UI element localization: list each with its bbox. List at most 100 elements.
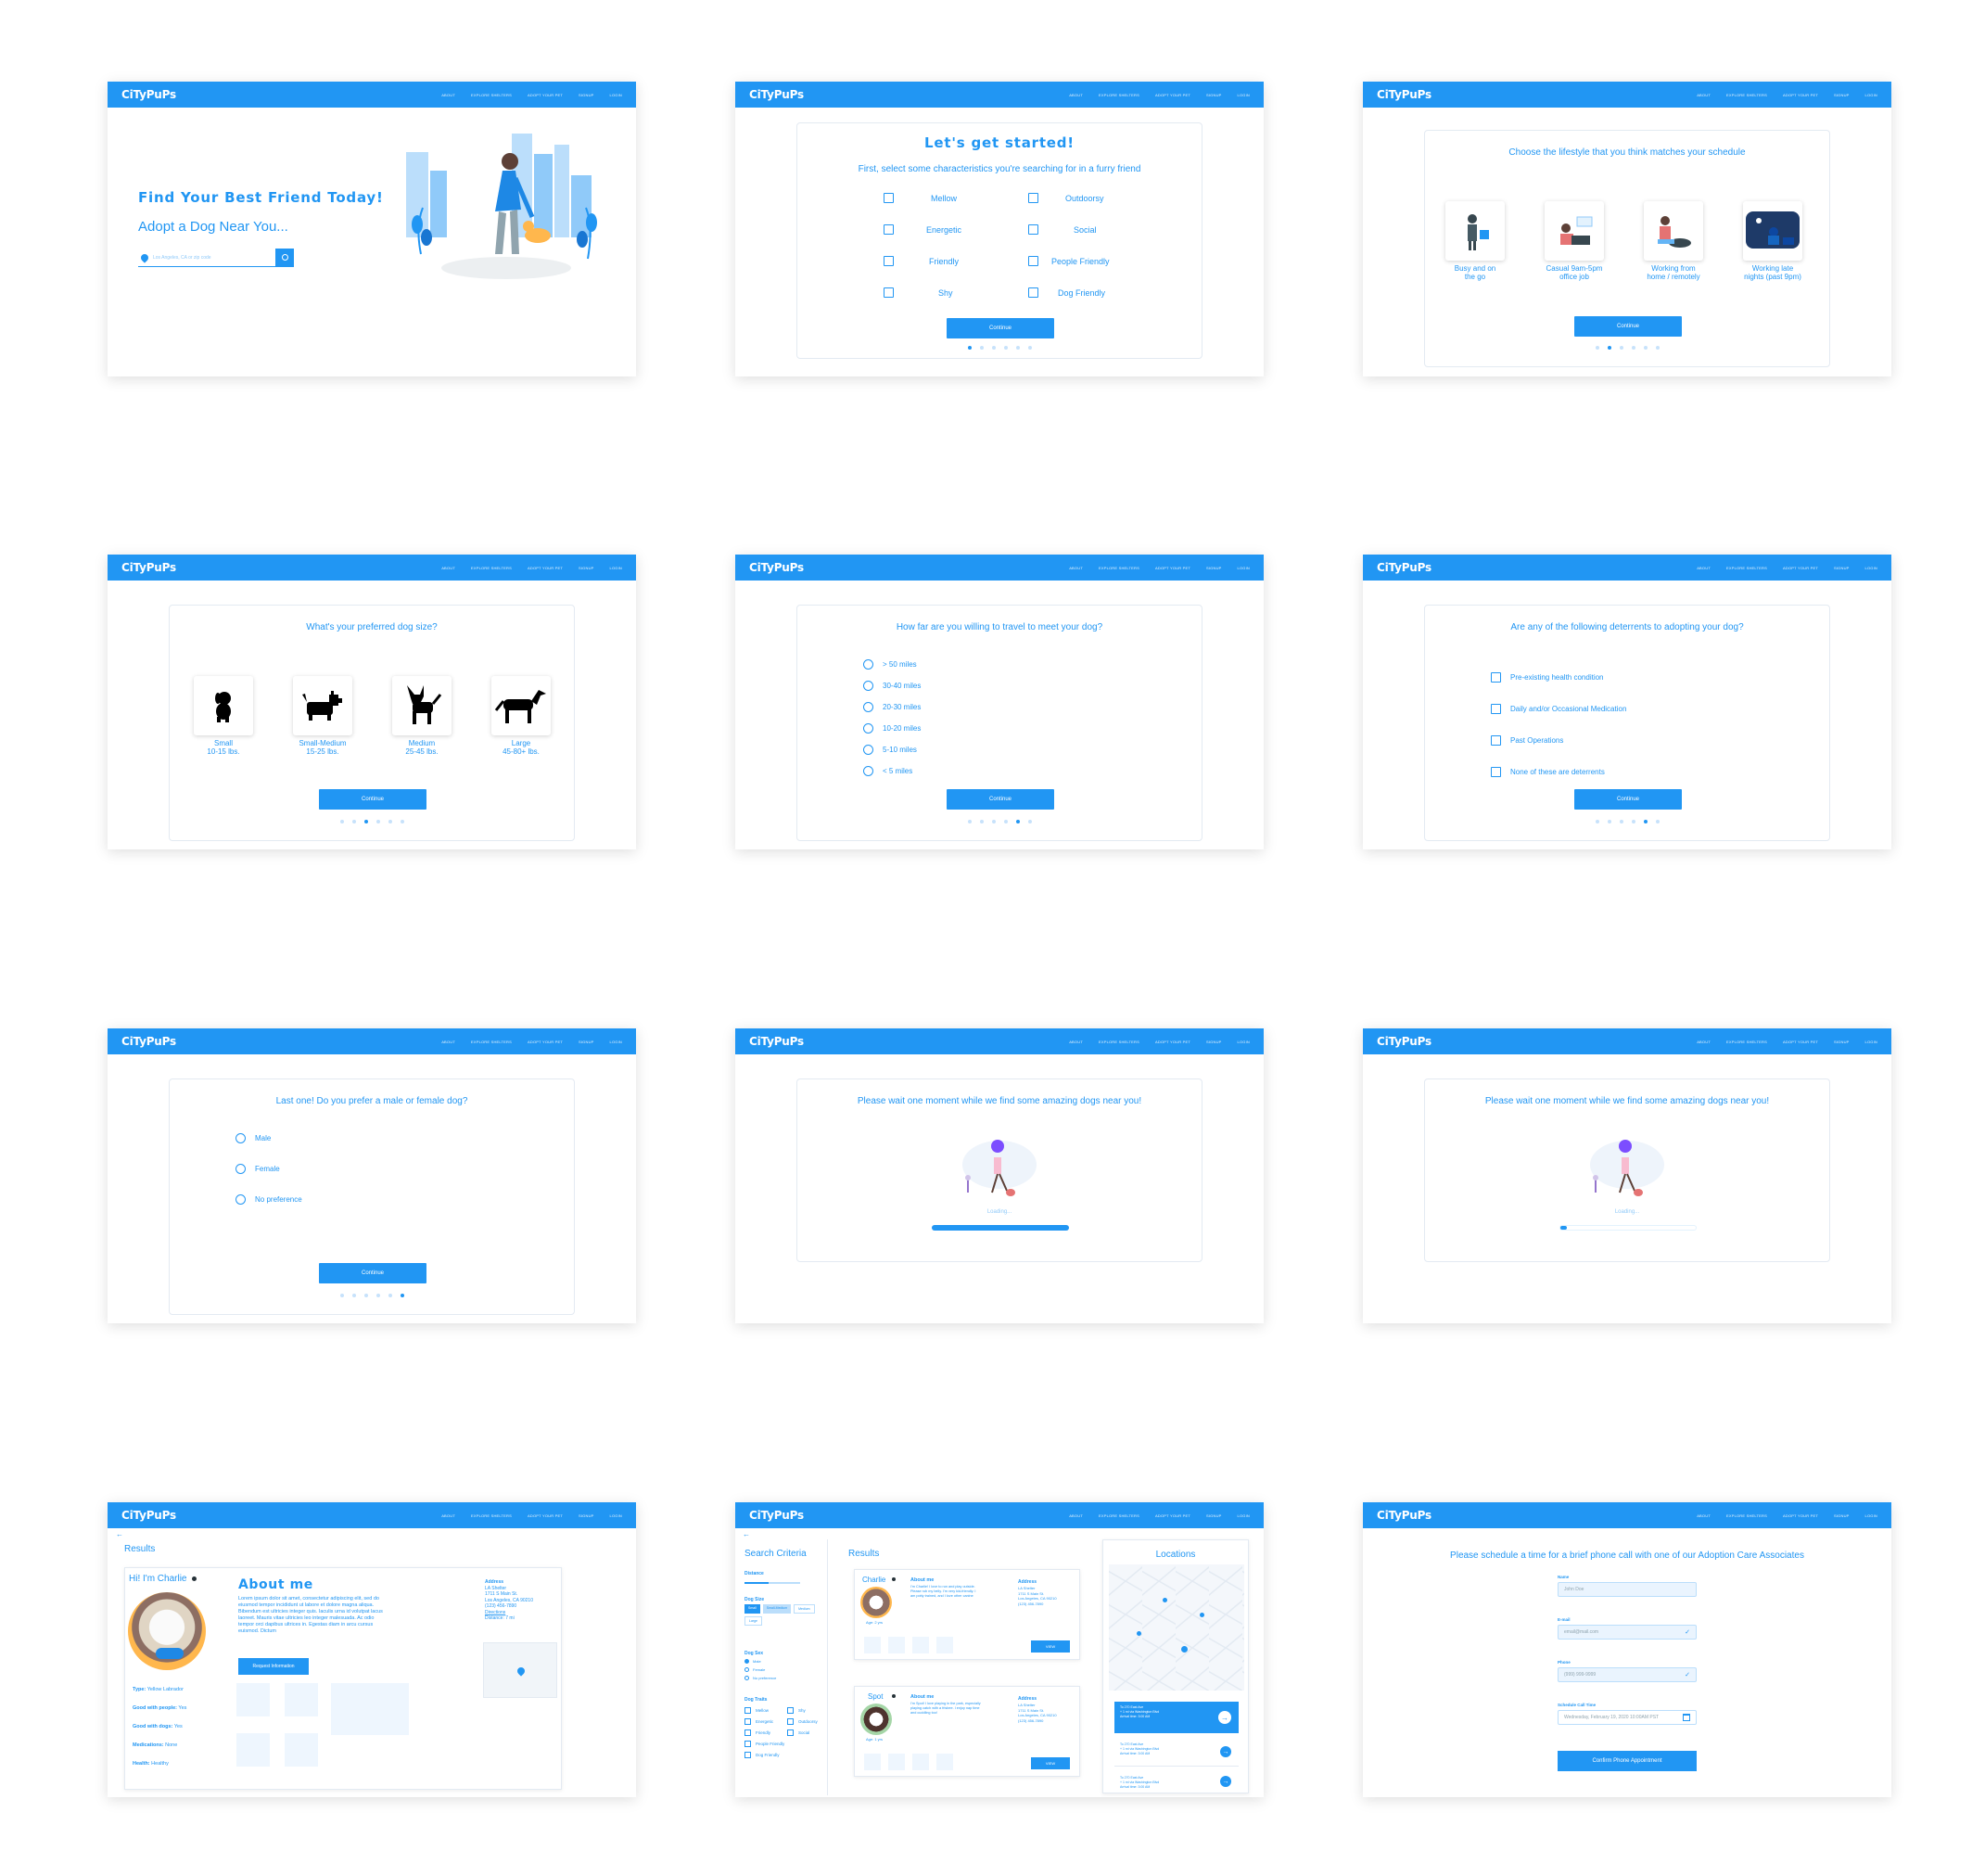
radio[interactable] bbox=[744, 1667, 749, 1672]
map-pin-icon[interactable] bbox=[1181, 1646, 1188, 1653]
logo[interactable]: CiTyPuPs bbox=[1377, 88, 1431, 101]
step-dot[interactable] bbox=[1619, 346, 1623, 350]
nav-about[interactable]: ABOUT bbox=[1069, 1513, 1083, 1518]
nav-login[interactable]: LOGIN bbox=[1238, 1040, 1250, 1044]
distance-option[interactable]: < 5 miles bbox=[863, 766, 912, 776]
nav-about[interactable]: ABOUT bbox=[1697, 93, 1711, 97]
checkbox[interactable] bbox=[744, 1752, 751, 1758]
sex-option[interactable]: Male bbox=[744, 1659, 761, 1664]
nav-adopt[interactable]: ADOPT YOUR PET bbox=[1155, 566, 1190, 570]
radio[interactable] bbox=[863, 766, 873, 776]
nav-explore-shelters[interactable]: EXPLORE SHELTERS bbox=[1726, 566, 1767, 570]
nav-about[interactable]: ABOUT bbox=[1697, 1040, 1711, 1044]
nav-login[interactable]: LOGIN bbox=[610, 566, 622, 570]
nav-adopt[interactable]: ADOPT YOUR PET bbox=[528, 566, 563, 570]
step-dot[interactable] bbox=[1631, 820, 1635, 823]
step-dot[interactable] bbox=[979, 346, 984, 350]
radio[interactable] bbox=[235, 1164, 246, 1174]
nav-adopt[interactable]: ADOPT YOUR PET bbox=[1155, 93, 1190, 97]
nav-login[interactable]: LOGIN bbox=[1865, 93, 1877, 97]
nav-login[interactable]: LOGIN bbox=[1865, 566, 1877, 570]
size-small-medium[interactable]: Small-Medium 15-25 lbs. bbox=[286, 676, 359, 756]
nav-signup[interactable]: SIGNUP bbox=[1206, 1040, 1222, 1044]
result-card[interactable]: Spot Age: 1 yrs About me I'm Spot! I lov… bbox=[854, 1686, 1080, 1777]
photo-thumb[interactable] bbox=[864, 1637, 881, 1653]
deterrent-option[interactable]: Pre-existing health condition bbox=[1491, 672, 1604, 683]
checkbox[interactable] bbox=[787, 1729, 794, 1736]
nav-adopt[interactable]: ADOPT YOUR PET bbox=[528, 93, 563, 97]
radio[interactable] bbox=[235, 1194, 246, 1205]
step-dot[interactable] bbox=[388, 1294, 392, 1297]
lifestyle-office[interactable]: Casual 9am-5pm office job bbox=[1538, 201, 1610, 281]
checkbox[interactable] bbox=[1491, 704, 1501, 714]
view-button[interactable]: VIEW bbox=[1031, 1757, 1070, 1769]
photo-thumb[interactable] bbox=[936, 1637, 953, 1653]
nav-explore-shelters[interactable]: EXPLORE SHELTERS bbox=[1099, 93, 1139, 97]
trait-option[interactable]: Dog Friendly bbox=[744, 1752, 780, 1758]
step-dot[interactable] bbox=[991, 820, 996, 823]
checkbox[interactable] bbox=[1028, 224, 1038, 235]
email-field[interactable]: email@mail.com ✓ bbox=[1558, 1625, 1697, 1640]
nav-explore-shelters[interactable]: EXPLORE SHELTERS bbox=[1099, 566, 1139, 570]
step-dot[interactable] bbox=[1027, 346, 1032, 350]
nav-adopt[interactable]: ADOPT YOUR PET bbox=[1783, 1040, 1818, 1044]
photo-thumb[interactable] bbox=[888, 1754, 905, 1770]
step-dot[interactable] bbox=[1607, 346, 1611, 350]
nav-about[interactable]: ABOUT bbox=[1697, 566, 1711, 570]
checkbox[interactable] bbox=[744, 1718, 751, 1725]
option-people-friendly[interactable]: People Friendly bbox=[1028, 256, 1110, 266]
size-small[interactable]: Small 10-15 lbs. bbox=[187, 676, 260, 756]
continue-button[interactable]: Continue bbox=[319, 1263, 426, 1283]
nav-signup[interactable]: SIGNUP bbox=[1834, 1513, 1850, 1518]
nav-signup[interactable]: SIGNUP bbox=[1206, 93, 1222, 97]
step-dot[interactable] bbox=[375, 820, 380, 823]
nav-adopt[interactable]: ADOPT YOUR PET bbox=[1155, 1040, 1190, 1044]
step-dot[interactable] bbox=[339, 1294, 344, 1297]
nav-explore-shelters[interactable]: EXPLORE SHELTERS bbox=[471, 1040, 512, 1044]
logo[interactable]: CiTyPuPs bbox=[749, 88, 804, 101]
option-social[interactable]: Social bbox=[1028, 224, 1097, 235]
continue-button[interactable]: Continue bbox=[947, 318, 1054, 338]
nav-signup[interactable]: SIGNUP bbox=[1206, 566, 1222, 570]
nav-adopt[interactable]: ADOPT YOUR PET bbox=[528, 1040, 563, 1044]
checkbox[interactable] bbox=[884, 193, 894, 203]
trait-option[interactable]: Mellow bbox=[744, 1707, 769, 1714]
option-shy[interactable]: Shy bbox=[884, 287, 953, 298]
nav-about[interactable]: ABOUT bbox=[1069, 566, 1083, 570]
deterrent-option[interactable]: Past Operations bbox=[1491, 735, 1563, 746]
option-outdoorsy[interactable]: Outdoorsy bbox=[1028, 193, 1104, 203]
search-input[interactable]: Los Angeles, CA or zip code bbox=[153, 255, 275, 261]
view-button[interactable]: VIEW bbox=[1031, 1640, 1070, 1653]
nav-explore-shelters[interactable]: EXPLORE SHELTERS bbox=[1726, 93, 1767, 97]
nav-about[interactable]: ABOUT bbox=[441, 93, 455, 97]
locations-map[interactable] bbox=[1109, 1564, 1244, 1691]
checkbox[interactable] bbox=[744, 1707, 751, 1714]
result-card[interactable]: Charlie Age: 2 yrs About me I'm Charlie!… bbox=[854, 1569, 1080, 1660]
step-dot[interactable] bbox=[363, 1294, 368, 1297]
checkbox[interactable] bbox=[787, 1707, 794, 1714]
nav-signup[interactable]: SIGNUP bbox=[579, 93, 594, 97]
photo-thumb[interactable] bbox=[888, 1637, 905, 1653]
gender-option-male[interactable]: Male bbox=[235, 1133, 271, 1143]
option-friendly[interactable]: Friendly bbox=[884, 256, 959, 266]
distance-option[interactable]: 20-30 miles bbox=[863, 702, 921, 712]
checkbox[interactable] bbox=[744, 1741, 751, 1747]
checkbox[interactable] bbox=[744, 1729, 751, 1736]
map-pin-icon[interactable] bbox=[1163, 1598, 1167, 1602]
nav-about[interactable]: ABOUT bbox=[1697, 1513, 1711, 1518]
step-dot[interactable] bbox=[351, 1294, 356, 1297]
photo-thumb[interactable] bbox=[864, 1754, 881, 1770]
radio[interactable] bbox=[863, 723, 873, 734]
route-item[interactable]: To 270 East Ave + 1 mi via Washington Bl… bbox=[1114, 1772, 1239, 1793]
logo[interactable]: CiTyPuPs bbox=[749, 1509, 804, 1522]
gender-option-none[interactable]: No preference bbox=[235, 1194, 302, 1205]
checkbox[interactable] bbox=[884, 224, 894, 235]
logo[interactable]: CiTyPuPs bbox=[121, 1509, 176, 1522]
arrow-right-icon[interactable]: → bbox=[1218, 1711, 1231, 1724]
mini-map[interactable] bbox=[483, 1642, 557, 1698]
step-dot[interactable] bbox=[1003, 346, 1008, 350]
logo[interactable]: CiTyPuPs bbox=[121, 561, 176, 574]
back-arrow-icon[interactable]: ← bbox=[116, 1530, 123, 1538]
logo[interactable]: CiTyPuPs bbox=[121, 1035, 176, 1048]
checkbox[interactable] bbox=[1491, 735, 1501, 746]
